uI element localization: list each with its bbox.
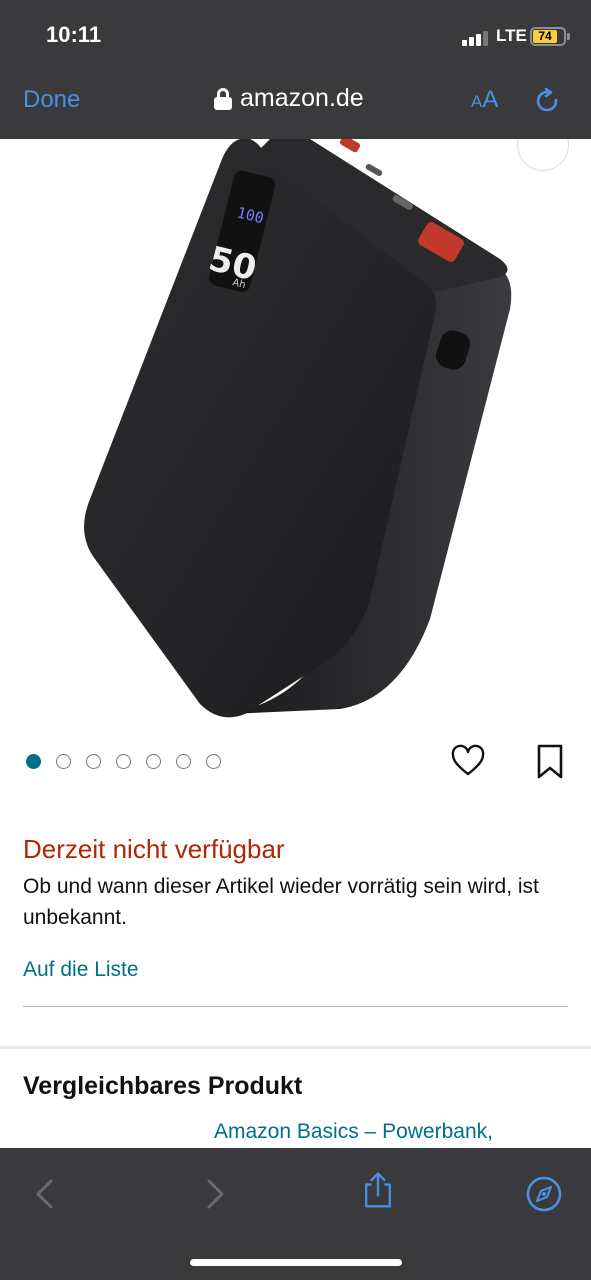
power-bank-image: 100 50 Ah xyxy=(84,139,512,718)
reload-icon[interactable] xyxy=(533,86,563,116)
text-size-button[interactable]: AA xyxy=(471,86,498,114)
battery-cap xyxy=(567,33,570,40)
carousel-dot[interactable] xyxy=(206,754,221,769)
image-carousel-dots[interactable] xyxy=(26,754,221,769)
divider xyxy=(23,1006,568,1007)
carousel-dot[interactable] xyxy=(116,754,131,769)
add-to-list-link[interactable]: Auf die Liste xyxy=(23,958,139,982)
compass-icon[interactable] xyxy=(524,1174,564,1214)
text-size-large-label: A xyxy=(482,86,499,113)
browser-toolbar xyxy=(0,1148,591,1280)
section-separator xyxy=(0,1046,591,1049)
comparison-title: Vergleichbares Produkt xyxy=(23,1072,303,1100)
carousel-dot[interactable] xyxy=(176,754,191,769)
forward-icon[interactable] xyxy=(194,1174,234,1214)
share-icon[interactable] xyxy=(358,1170,398,1210)
battery-level: 74 xyxy=(533,30,557,43)
availability-section: Derzeit nicht verfügbar Ob und wann dies… xyxy=(23,834,568,933)
home-indicator xyxy=(190,1259,402,1266)
carousel-dot[interactable] xyxy=(56,754,71,769)
availability-description: Ob und wann dieser Artikel wieder vorrät… xyxy=(23,875,539,929)
battery-icon: 74 xyxy=(530,27,566,46)
signal-icon xyxy=(462,30,490,46)
comparison-product-link[interactable]: Amazon Basics – Powerbank, xyxy=(214,1120,493,1144)
top-chrome: 10:11 LTE 74 Done amazon.de AA xyxy=(0,0,591,139)
lock-icon xyxy=(214,87,232,110)
status-bar: 10:11 LTE 74 xyxy=(0,0,591,70)
url-text: amazon.de xyxy=(240,84,364,112)
back-icon[interactable] xyxy=(26,1174,66,1214)
text-size-small-label: A xyxy=(471,92,483,111)
done-button[interactable]: Done xyxy=(23,86,80,114)
browser-nav-bar: Done amazon.de AA xyxy=(0,70,591,139)
product-image[interactable]: 100 50 Ah xyxy=(0,139,591,739)
heart-icon[interactable] xyxy=(451,744,485,778)
bookmark-icon[interactable] xyxy=(536,744,564,780)
carousel-dot[interactable] xyxy=(86,754,101,769)
status-time: 10:11 xyxy=(46,22,102,47)
carousel-dot[interactable] xyxy=(146,754,161,769)
carousel-dot[interactable] xyxy=(26,754,41,769)
network-type: LTE xyxy=(496,26,527,45)
availability-title: Derzeit nicht verfügbar xyxy=(23,834,285,864)
url-field[interactable]: amazon.de xyxy=(214,84,364,113)
